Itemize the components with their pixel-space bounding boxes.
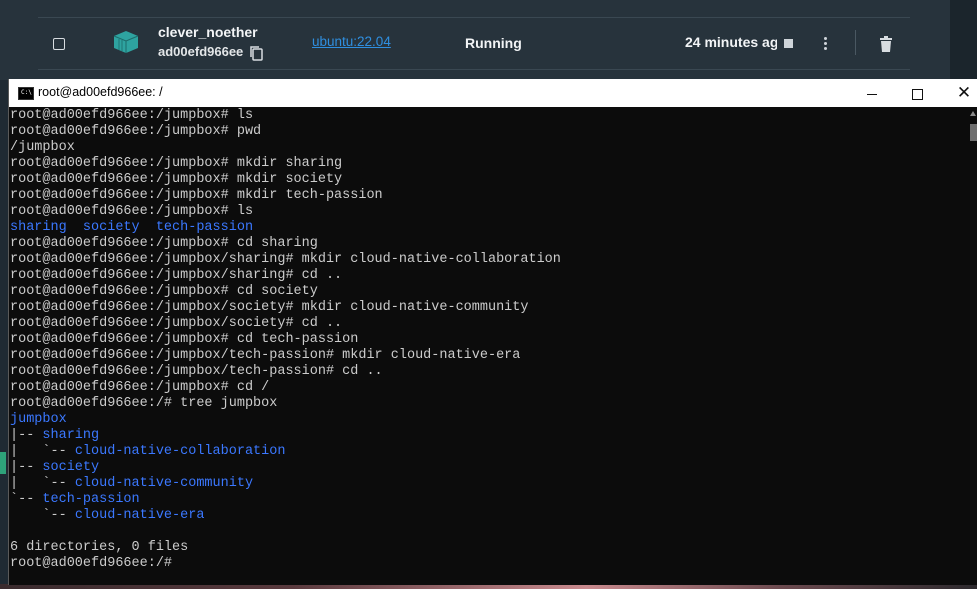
terminal-line: root@ad00efd966ee:/jumpbox/tech-passion#…: [10, 348, 965, 364]
directory-name: cloud-native-collaboration: [74, 444, 286, 459]
terminal-text: root@ad00efd966ee:/jumpbox# cd /: [10, 380, 270, 395]
terminal-line: root@ad00efd966ee:/jumpbox# pwd: [10, 124, 965, 140]
scrollbar-thumb[interactable]: [970, 124, 977, 141]
terminal-window[interactable]: C:\ root@ad00efd966ee: / ✕ root@ad00efd9…: [8, 79, 977, 585]
terminal-line: root@ad00efd966ee:/jumpbox# cd /: [10, 380, 965, 396]
directory-name: sharing: [42, 428, 100, 443]
copy-icon[interactable]: [249, 45, 263, 61]
terminal-text: root@ad00efd966ee:/jumpbox# cd society: [10, 284, 318, 299]
terminal-line: 6 directories, 0 files: [10, 540, 965, 556]
terminal-line: root@ad00efd966ee:/jumpbox/tech-passion#…: [10, 364, 965, 380]
terminal-text: root@ad00efd966ee:/jumpbox# pwd: [10, 124, 262, 139]
maximize-icon: [911, 88, 923, 100]
terminal-text: root@ad00efd966ee:/jumpbox/sharing# cd .…: [10, 268, 343, 283]
terminal-line: root@ad00efd966ee:/#: [10, 556, 965, 572]
close-icon: ✕: [956, 83, 972, 103]
terminal-line: | `-- cloud-native-collaboration: [10, 444, 965, 460]
terminal-line: root@ad00efd966ee:/jumpbox# cd tech-pass…: [10, 332, 965, 348]
directory-name: cloud-native-era: [74, 508, 205, 523]
terminal-line: root@ad00efd966ee:/jumpbox# ls: [10, 108, 965, 124]
terminal-text: root@ad00efd966ee:/#: [10, 556, 173, 571]
terminal-line: `-- tech-passion: [10, 492, 965, 508]
terminal-text: root@ad00efd966ee:/jumpbox# mkdir sharin…: [10, 156, 343, 171]
container-started-time: 24 minutes ago: [685, 34, 777, 50]
window-titlebar[interactable]: C:\ root@ad00efd966ee: / ✕: [9, 79, 977, 107]
terminal-output[interactable]: root@ad00efd966ee:/jumpbox# ls root@ad00e…: [10, 108, 965, 578]
close-button[interactable]: ✕: [941, 79, 977, 107]
directory-name: jumpbox: [10, 412, 67, 427]
container-cube-icon: [113, 31, 139, 53]
terminal-line: /jumpbox: [10, 140, 965, 156]
background-edge: [950, 0, 977, 80]
terminal-line: root@ad00efd966ee:/jumpbox# cd sharing: [10, 236, 965, 252]
directory-name: sharing society tech-passion: [10, 220, 254, 235]
terminal-text: root@ad00efd966ee:/jumpbox/society# mkdi…: [10, 300, 529, 315]
containers-list-background: clever_noether ad00efd966ee ubuntu:22.04…: [0, 0, 977, 80]
terminal-line: root@ad00efd966ee:/jumpbox# mkdir societ…: [10, 172, 965, 188]
terminal-text: root@ad00efd966ee:/jumpbox/tech-passion#…: [10, 348, 521, 363]
tree-branch: |--: [10, 428, 43, 443]
console-icon: C:\: [18, 87, 34, 100]
scrollbar[interactable]: [969, 107, 977, 585]
terminal-text: root@ad00efd966ee:/jumpbox# mkdir societ…: [10, 172, 343, 187]
container-status: Running: [465, 35, 522, 51]
more-options-icon[interactable]: [822, 37, 828, 51]
directory-name: society: [42, 460, 100, 475]
terminal-line: root@ad00efd966ee:/jumpbox# mkdir tech-p…: [10, 188, 965, 204]
window-title: root@ad00efd966ee: /: [38, 85, 163, 99]
terminal-line: root@ad00efd966ee:/jumpbox/society# mkdi…: [10, 300, 965, 316]
terminal-line: root@ad00efd966ee:/jumpbox# ls: [10, 204, 965, 220]
actions-divider: [855, 30, 856, 55]
tree-branch: |--: [10, 460, 43, 475]
terminal-text: root@ad00efd966ee:/jumpbox/society# cd .…: [10, 316, 343, 331]
tree-branch: `--: [10, 508, 75, 523]
minimize-icon: [867, 93, 877, 95]
terminal-line: root@ad00efd966ee:/jumpbox# mkdir sharin…: [10, 156, 965, 172]
directory-name: cloud-native-community: [74, 476, 254, 491]
row-checkbox[interactable]: [53, 38, 65, 50]
row-divider: [38, 17, 910, 18]
terminal-text: /jumpbox: [10, 140, 75, 155]
terminal-text: root@ad00efd966ee:/jumpbox# ls: [10, 108, 254, 123]
trash-icon[interactable]: [879, 36, 893, 52]
terminal-text: root@ad00efd966ee:/# tree jumpbox: [10, 396, 278, 411]
terminal-text: root@ad00efd966ee:/jumpbox/tech-passion#…: [10, 364, 383, 379]
terminal-line: jumpbox: [10, 412, 965, 428]
terminal-text: root@ad00efd966ee:/jumpbox# ls: [10, 204, 254, 219]
terminal-line: |-- society: [10, 460, 965, 476]
terminal-line: `-- cloud-native-era: [10, 508, 965, 524]
tree-branch: `--: [10, 492, 43, 507]
terminal-line: root@ad00efd966ee:/jumpbox/sharing# cd .…: [10, 268, 965, 284]
terminal-line: sharing society tech-passion: [10, 220, 965, 236]
terminal-line: root@ad00efd966ee:/jumpbox/sharing# mkdi…: [10, 252, 965, 268]
terminal-text: root@ad00efd966ee:/jumpbox# cd sharing: [10, 236, 318, 251]
terminal-line: |-- sharing: [10, 428, 965, 444]
row-divider: [38, 69, 910, 70]
container-id: ad00efd966ee: [158, 44, 244, 59]
terminal-line: root@ad00efd966ee:/# tree jumpbox: [10, 396, 965, 412]
terminal-text: root@ad00efd966ee:/jumpbox# mkdir tech-p…: [10, 188, 383, 203]
terminal-text: root@ad00efd966ee:/jumpbox/sharing# mkdi…: [10, 252, 561, 267]
terminal-text: root@ad00efd966ee:/jumpbox# cd tech-pass…: [10, 332, 359, 347]
terminal-line: root@ad00efd966ee:/jumpbox# cd society: [10, 284, 965, 300]
terminal-text: 6 directories, 0 files: [10, 540, 189, 555]
container-name[interactable]: clever_noether: [158, 24, 258, 40]
directory-name: tech-passion: [42, 492, 140, 507]
terminal-line: root@ad00efd966ee:/jumpbox/society# cd .…: [10, 316, 965, 332]
scroll-up-icon[interactable]: [970, 111, 976, 116]
terminal-line: | `-- cloud-native-community: [10, 476, 965, 492]
minimize-button[interactable]: [849, 79, 895, 107]
background-accent: [0, 452, 6, 474]
tree-branch: | `--: [10, 476, 75, 491]
container-image-link[interactable]: ubuntu:22.04: [312, 34, 391, 49]
stop-icon[interactable]: [784, 39, 793, 48]
maximize-button[interactable]: [894, 79, 940, 107]
tree-branch: | `--: [10, 444, 75, 459]
